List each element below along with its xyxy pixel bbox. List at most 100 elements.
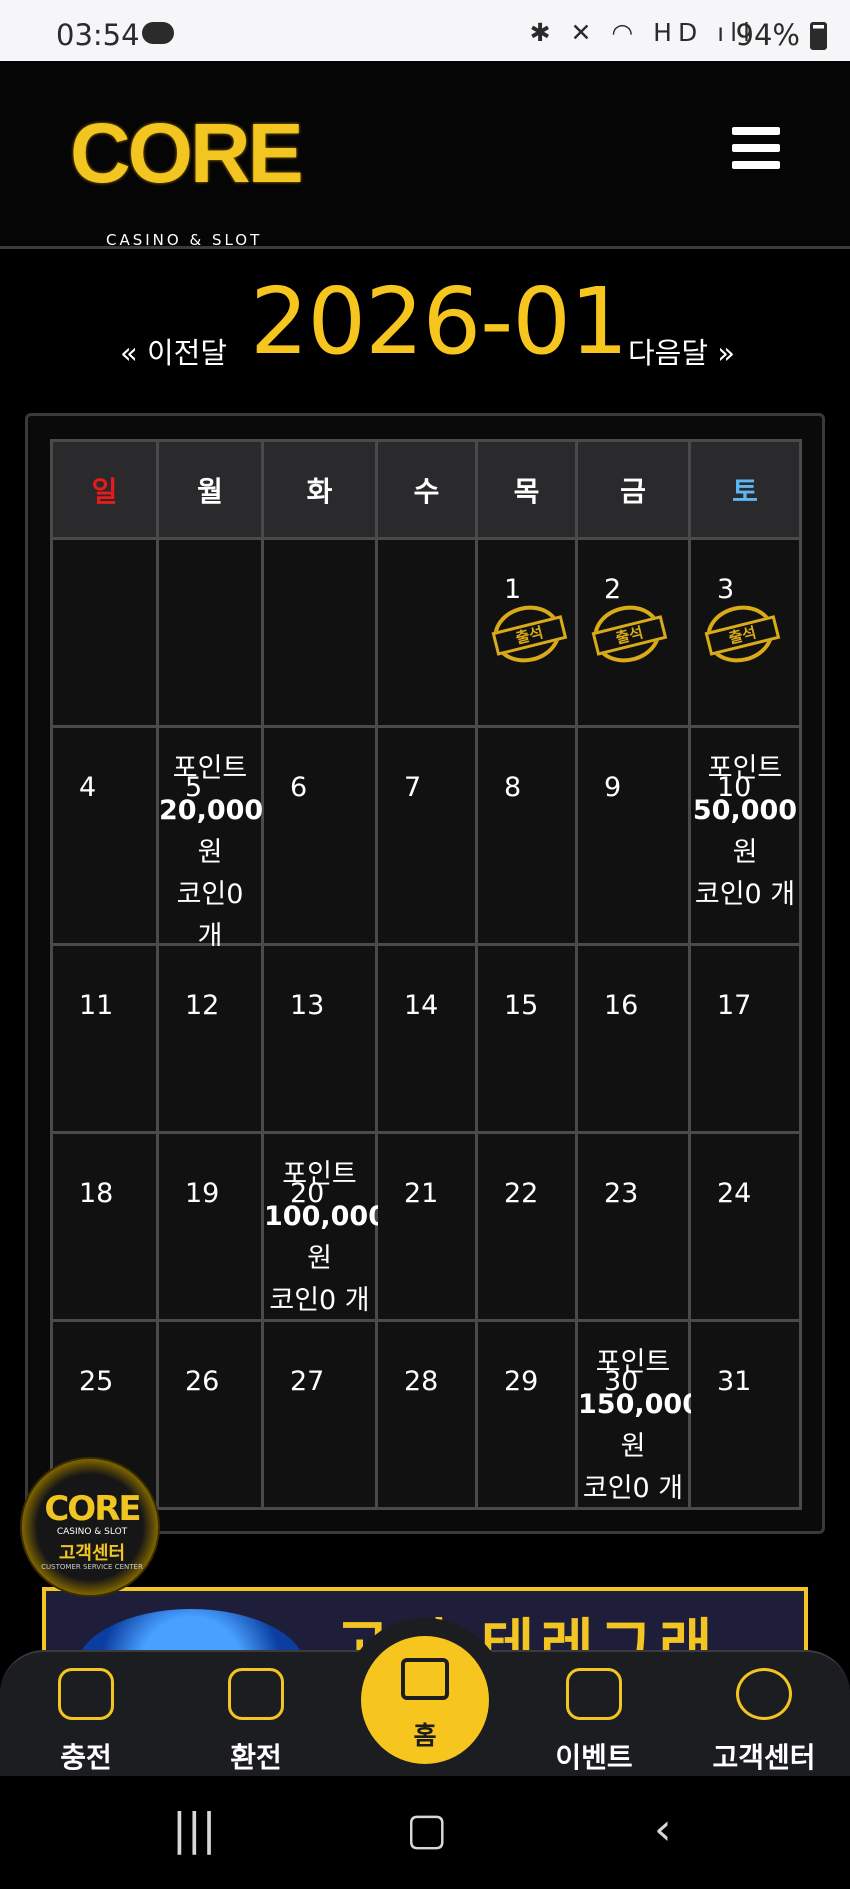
day-cell-9[interactable]: 9	[575, 725, 691, 946]
site-header: CORE CASINO & SLOT	[0, 61, 850, 249]
day-cell-5[interactable]: 5 포인트 20,000 원 코인0 개	[156, 725, 264, 952]
day-cell-2[interactable]: 2 출석	[575, 537, 691, 728]
day-cell-17[interactable]: 17	[688, 943, 802, 1134]
day-number: 25	[79, 1366, 114, 1397]
day-cell-19[interactable]: 19	[156, 1131, 264, 1322]
day-number: 12	[185, 990, 220, 1021]
nav-label: 이벤트	[555, 1741, 633, 1774]
weekday-header-row: 일 월 화 수 목 금 토	[50, 439, 802, 540]
empty-day-cell	[156, 537, 264, 728]
weekday-thu: 목	[475, 439, 578, 540]
day-cell-6[interactable]: 6	[261, 725, 378, 946]
day-cell-27[interactable]: 27	[261, 1319, 378, 1510]
next-month-link[interactable]: 다음달 »	[628, 330, 735, 372]
day-cell-31[interactable]: 31	[688, 1319, 802, 1510]
exchange-icon	[228, 1668, 284, 1720]
customer-service-floating-button[interactable]: CORE CASINO & SLOT 고객센터 CUSTOMER SERVICE…	[20, 1457, 160, 1597]
badge-label: 고객센터	[58, 1543, 126, 1564]
calendar-table: 일 월 화 수 목 금 토 1 출석 2 출석 3 출석 4 5 포인트 20,000 원…	[50, 439, 802, 1510]
day-cell-30[interactable]: 30 포인트 150,000 원 코인0 개	[575, 1319, 701, 1510]
logo-subtitle: CASINO & SLOT	[106, 231, 263, 249]
day-number: 31	[717, 1366, 752, 1397]
reward-info: 포인트 50,000 원 코인0 개	[692, 753, 798, 910]
attendance-stamp-icon: 출석	[587, 598, 668, 670]
day-cell-7[interactable]: 7	[375, 725, 478, 946]
hamburger-icon[interactable]	[732, 127, 780, 169]
reward-info: 포인트 100,000 원 코인0 개	[264, 1159, 387, 1316]
day-number: 8	[504, 772, 522, 803]
day-cell-21[interactable]: 21	[375, 1131, 478, 1322]
day-cell-22[interactable]: 22	[475, 1131, 578, 1322]
day-cell-13[interactable]: 13	[261, 943, 378, 1134]
day-cell-1[interactable]: 1 출석	[475, 537, 578, 728]
nav-support[interactable]: 고객센터	[704, 1668, 824, 1776]
day-cell-16[interactable]: 16	[575, 943, 691, 1134]
attendance-stamp-icon: 출석	[700, 598, 781, 670]
day-cell-3[interactable]: 3 출석	[688, 537, 802, 728]
home-system-icon[interactable]: ▢	[406, 1804, 448, 1855]
home-heart-icon	[401, 1658, 449, 1700]
month-navigation: « 이전달 2026-01 다음달 »	[0, 268, 850, 378]
day-cell-14[interactable]: 14	[375, 943, 478, 1134]
day-cell-8[interactable]: 8	[475, 725, 578, 946]
week-row: 25 26 27 28 29 30 포인트 150,000 원 코인0 개 31	[50, 1319, 802, 1510]
day-number: 7	[404, 772, 422, 803]
battery-icon	[810, 22, 827, 50]
nav-label: 환전	[230, 1741, 282, 1774]
recent-apps-icon[interactable]: |||	[172, 1804, 216, 1855]
day-number: 21	[404, 1178, 439, 1209]
badge-subtitle: CASINO & SLOT	[56, 1527, 128, 1537]
badge-logo: CORE	[44, 1489, 141, 1529]
day-cell-15[interactable]: 15	[475, 943, 578, 1134]
reward-info: 포인트 150,000 원 코인0 개	[578, 1347, 701, 1504]
status-icons: ✱ ✕ ◠ HD ıll	[529, 18, 756, 47]
prev-month-link[interactable]: « 이전달	[120, 330, 227, 372]
day-number: 17	[717, 990, 752, 1021]
badge-caption: CUSTOMER SERVICE CENTER	[41, 1563, 143, 1571]
day-number: 26	[185, 1366, 220, 1397]
empty-day-cell	[261, 537, 378, 728]
gift-icon	[566, 1668, 622, 1720]
day-cell-28[interactable]: 28	[375, 1319, 478, 1510]
weekday-fri: 금	[575, 439, 691, 540]
day-cell-26[interactable]: 26	[156, 1319, 264, 1510]
day-cell-4[interactable]: 4	[50, 725, 159, 946]
nav-charge[interactable]: 충전	[26, 1668, 146, 1776]
core-logo[interactable]: CORE CASINO & SLOT	[70, 111, 304, 249]
week-row: 4 5 포인트 20,000 원 코인0 개 6 7 8 9 10 포인트 50,000 원…	[50, 725, 802, 952]
day-number: 6	[290, 772, 308, 803]
charge-icon	[58, 1668, 114, 1720]
day-number: 11	[79, 990, 114, 1021]
day-cell-10[interactable]: 10 포인트 50,000 원 코인0 개	[688, 725, 802, 946]
weekday-wed: 수	[375, 439, 478, 540]
day-number: 3	[717, 574, 735, 605]
nav-event[interactable]: 이벤트	[534, 1668, 654, 1776]
home-button[interactable]: 홈	[361, 1636, 489, 1764]
day-cell-18[interactable]: 18	[50, 1131, 159, 1322]
back-icon[interactable]: ‹	[654, 1804, 672, 1855]
day-cell-12[interactable]: 12	[156, 943, 264, 1134]
battery-percent: 94%	[735, 18, 800, 52]
day-number: 16	[604, 990, 639, 1021]
headset-icon	[736, 1668, 792, 1720]
weekday-tue: 화	[261, 439, 378, 540]
day-number: 28	[404, 1366, 439, 1397]
day-cell-24[interactable]: 24	[688, 1131, 802, 1322]
day-cell-23[interactable]: 23	[575, 1131, 691, 1322]
day-number: 1	[504, 574, 522, 605]
week-row: 18 19 20 포인트 100,000 원 코인0 개 21 22 23 24	[50, 1131, 802, 1322]
day-number: 9	[604, 772, 622, 803]
attendance-calendar: 일 월 화 수 목 금 토 1 출석 2 출석 3 출석 4 5 포인트 20,000 원…	[25, 413, 825, 1534]
cloud-icon	[142, 22, 174, 44]
day-cell-20[interactable]: 20 포인트 100,000 원 코인0 개	[261, 1131, 387, 1322]
week-row: 1 출석 2 출석 3 출석	[50, 537, 802, 728]
day-cell-11[interactable]: 11	[50, 943, 159, 1134]
nav-exchange[interactable]: 환전	[196, 1668, 316, 1776]
weekday-sat: 토	[688, 439, 802, 540]
weekday-sun: 일	[50, 439, 159, 540]
nav-label: 충전	[60, 1741, 112, 1774]
day-number: 27	[290, 1366, 325, 1397]
day-number: 22	[504, 1178, 539, 1209]
day-cell-29[interactable]: 29	[475, 1319, 578, 1510]
day-number: 2	[604, 574, 622, 605]
